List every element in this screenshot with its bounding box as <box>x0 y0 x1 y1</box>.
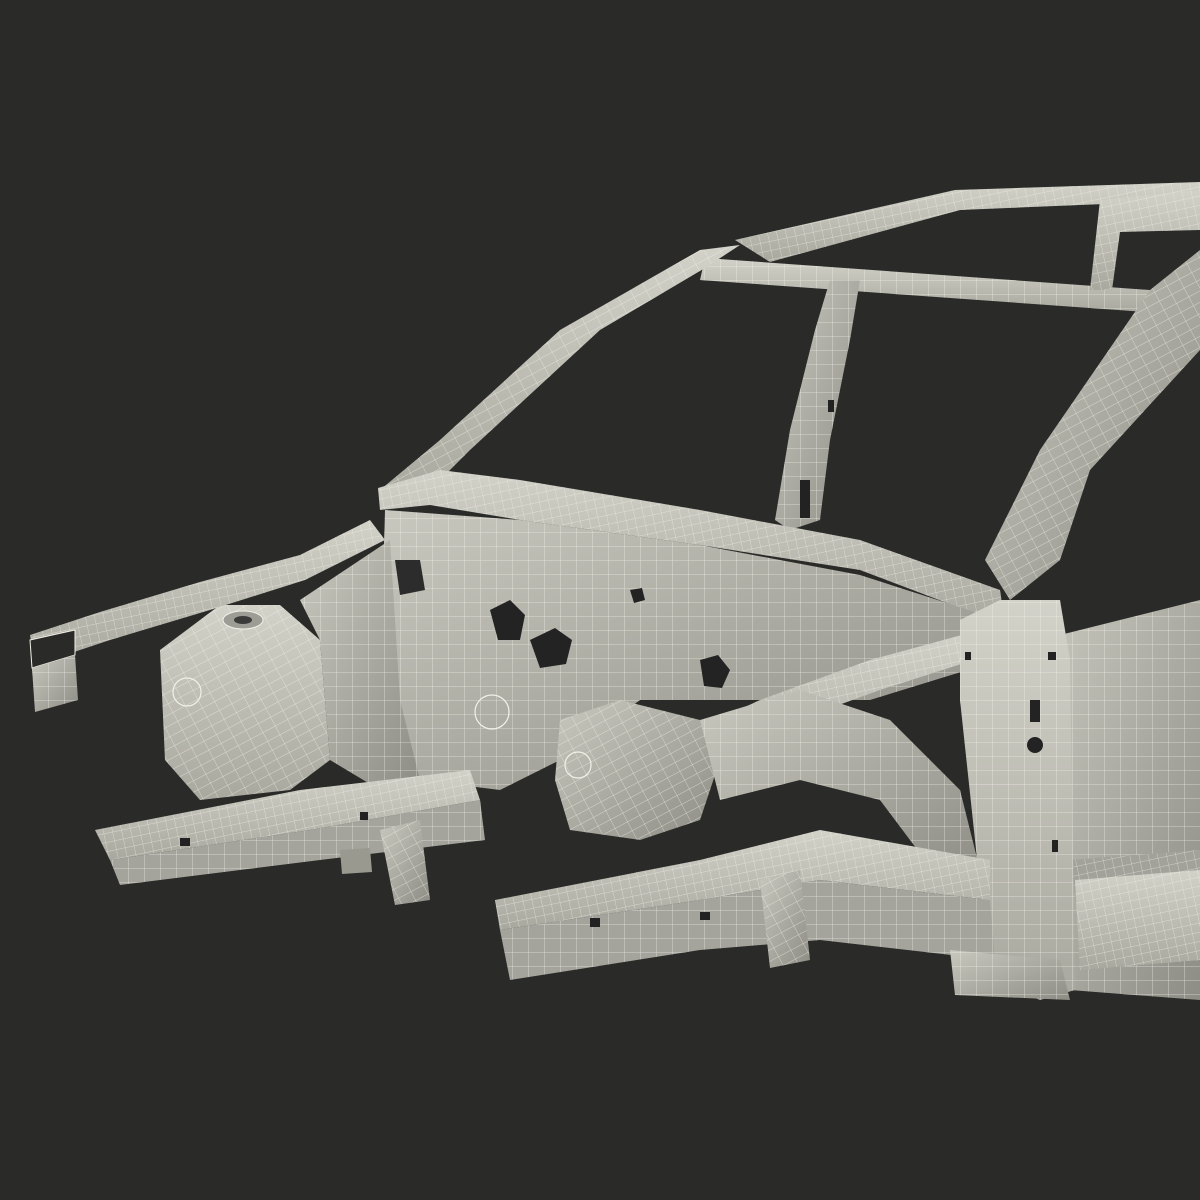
floor-pan <box>1075 870 1200 970</box>
car-body-in-white-render <box>0 0 1200 1200</box>
viewport <box>0 0 1200 1200</box>
left-strut-tower <box>160 605 330 800</box>
